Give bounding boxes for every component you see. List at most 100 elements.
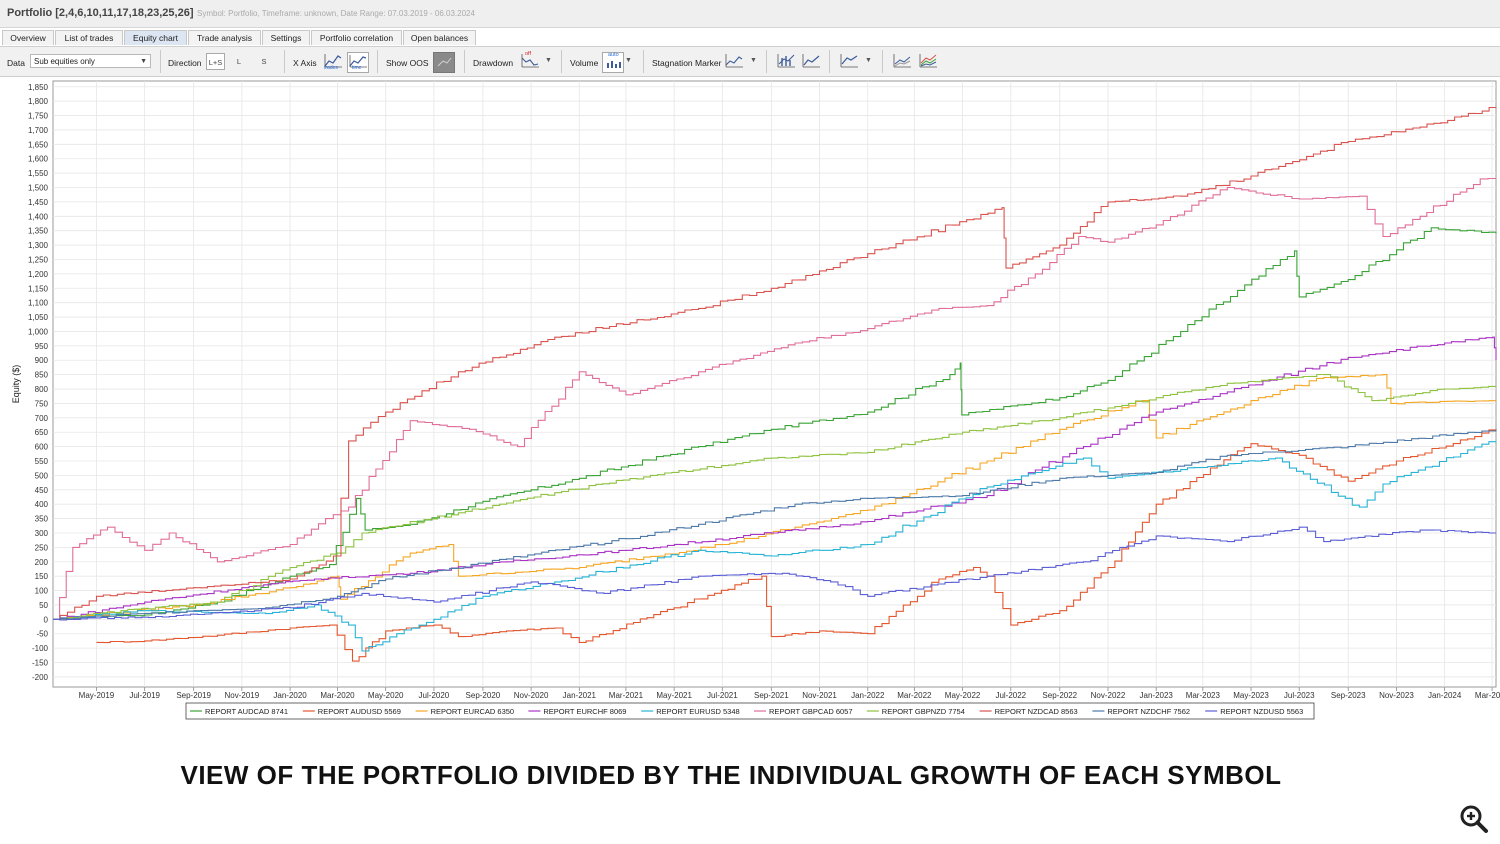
x-tick-label: May-2022 (945, 691, 981, 700)
y-tick-label: 250 (35, 543, 49, 552)
tab-overview[interactable]: Overview (2, 30, 54, 45)
y-tick-label: -50 (36, 630, 48, 639)
x-tick-label: Mar-2020 (320, 691, 355, 700)
tab-open-balances[interactable]: Open balances (403, 30, 476, 45)
x-tick-label: Nov-2023 (1379, 691, 1414, 700)
x-axis-time-button[interactable]: time (347, 52, 369, 73)
volume-button[interactable]: auto (602, 52, 624, 73)
drawdown-label: Drawdown (473, 58, 514, 68)
stagnation-marker-button[interactable] (724, 52, 744, 71)
volume-label: Volume (570, 58, 599, 68)
x-tick-label: Mar-2021 (609, 691, 644, 700)
chart-toolbar: Data Sub equities only ▼ Direction L+S L… (0, 46, 1500, 77)
y-tick-label: 1,650 (28, 140, 49, 149)
x-tick-label: Sep-2023 (1331, 691, 1366, 700)
drawdown-button[interactable]: off (520, 51, 540, 71)
tab-portfolio-correlation[interactable]: Portfolio correlation (311, 30, 402, 45)
drawdown-state: off (525, 51, 532, 57)
legend-entry: REPORT GBPNZD 7754 (882, 707, 965, 716)
compare-chart-button[interactable] (892, 52, 912, 71)
y-tick-label: 700 (35, 414, 49, 423)
y-tick-label: 500 (35, 471, 49, 480)
chevron-down-icon[interactable]: ▼ (545, 57, 552, 64)
direction-long-button[interactable]: L (232, 53, 246, 70)
y-tick-label: -100 (32, 644, 49, 653)
chevron-down-icon[interactable]: ▼ (865, 57, 872, 64)
tab-list-of-trades[interactable]: List of trades (55, 30, 123, 45)
y-tick-label: 550 (35, 457, 49, 466)
y-tick-label: 1,050 (28, 313, 49, 322)
show-oos-toggle[interactable] (433, 52, 455, 73)
chart-type-button[interactable] (839, 52, 859, 71)
line-chart-icon (802, 54, 820, 68)
y-tick-label: 1,000 (28, 327, 49, 336)
toolbar-divider (561, 50, 562, 73)
chart-style-bars-button[interactable] (776, 52, 796, 71)
page-caption: VIEW OF THE PORTFOLIO DIVIDED BY THE IND… (180, 760, 1282, 790)
direction-label: Direction (168, 58, 202, 68)
y-tick-label: 850 (35, 371, 49, 380)
tab-settings[interactable]: Settings (262, 30, 310, 45)
window-title-bar: Portfolio [2,4,6,10,11,17,18,23,25,26] S… (0, 0, 1500, 28)
window-title: Portfolio [2,4,6,10,11,17,18,23,25,26] (7, 7, 194, 19)
legend-entry: REPORT EURCHF 8069 (543, 707, 626, 716)
x-tick-label: Sep-2021 (754, 691, 789, 700)
chart-style-line-button[interactable] (801, 52, 821, 71)
multi-series-chart-icon (919, 54, 937, 68)
y-tick-label: 350 (35, 515, 49, 524)
toolbar-divider (464, 50, 465, 73)
x-tick-label: Jul-2022 (995, 691, 1026, 700)
direction-short-button[interactable]: S (257, 53, 271, 70)
y-tick-label: 750 (35, 399, 49, 408)
multi-series-chart-button[interactable] (918, 52, 938, 71)
line-chart-icon (840, 54, 858, 68)
x-tick-label: Sep-2022 (1042, 691, 1077, 700)
bar-chart-icon (777, 54, 795, 68)
x-tick-label: Jan-2023 (1140, 691, 1174, 700)
y-tick-label: 1,800 (28, 97, 49, 106)
chevron-down-icon[interactable]: ▼ (750, 57, 757, 64)
toolbar-divider (766, 50, 767, 73)
x-tick-label: Jan-2021 (563, 691, 597, 700)
y-tick-label: -150 (32, 659, 49, 668)
chevron-down-icon: ▼ (140, 58, 147, 65)
tab-equity-chart[interactable]: Equity chart (124, 30, 187, 45)
x-tick-label: Mar-2022 (897, 691, 932, 700)
y-tick-label: 1,450 (28, 198, 49, 207)
x-tick-label: Sep-2020 (466, 691, 501, 700)
tab-trade-analysis[interactable]: Trade analysis (188, 30, 261, 45)
x-tick-label: Nov-2019 (225, 691, 260, 700)
x-tick-label: May-2019 (79, 691, 115, 700)
chevron-down-icon[interactable]: ▼ (625, 57, 632, 64)
data-select[interactable]: Sub equities only ▼ (30, 54, 151, 68)
legend-entry: REPORT NZDCHF 7562 (1107, 707, 1190, 716)
y-tick-label: 600 (35, 443, 49, 452)
y-tick-label: 1,700 (28, 126, 49, 135)
equity-chart: -200 -150 -100 -50 0 50 100 150 200 250 300 350 400 4… (11, 80, 1500, 720)
x-tick-label: May-2023 (1233, 691, 1269, 700)
y-tick-label: 1,550 (28, 169, 49, 178)
y-tick-label: 400 (35, 500, 49, 509)
x-tick-label: Jul-2021 (707, 691, 738, 700)
legend-entry: REPORT NZDUSD 5563 (1220, 707, 1303, 716)
x-axis-trades-button[interactable]: trades (323, 52, 343, 71)
stagnation-marker-label: Stagnation Marker (652, 58, 722, 68)
y-tick-label: 300 (35, 529, 49, 538)
y-tick-label: 1,200 (28, 270, 49, 279)
volume-state: auto (608, 52, 619, 58)
direction-long-short-button[interactable]: L+S (206, 53, 225, 70)
zoom-in-button[interactable] (1458, 803, 1490, 835)
y-axis: -200 -150 -100 -50 0 50 100 150 200 250 300 350 400 4… (28, 83, 49, 682)
data-select-value: Sub equities only (34, 57, 95, 66)
y-tick-label: 1,350 (28, 227, 49, 236)
y-tick-label: 0 (44, 615, 49, 624)
x-tick-label: Jan-2022 (851, 691, 885, 700)
x-axis-trades-caption: trades (324, 65, 338, 71)
window-subtitle: Symbol: Portfolio, Timeframe: unknown, D… (197, 9, 475, 18)
x-tick-label: Jul-2020 (419, 691, 450, 700)
chart-legend: REPORT AUDCAD 8741 REPORT AUDUSD 5569 REPO… (185, 702, 1315, 720)
x-tick-label: Mar-2023 (1186, 691, 1221, 700)
y-tick-label: 950 (35, 342, 49, 351)
y-tick-label: 1,250 (28, 255, 49, 264)
toolbar-divider (377, 50, 378, 73)
